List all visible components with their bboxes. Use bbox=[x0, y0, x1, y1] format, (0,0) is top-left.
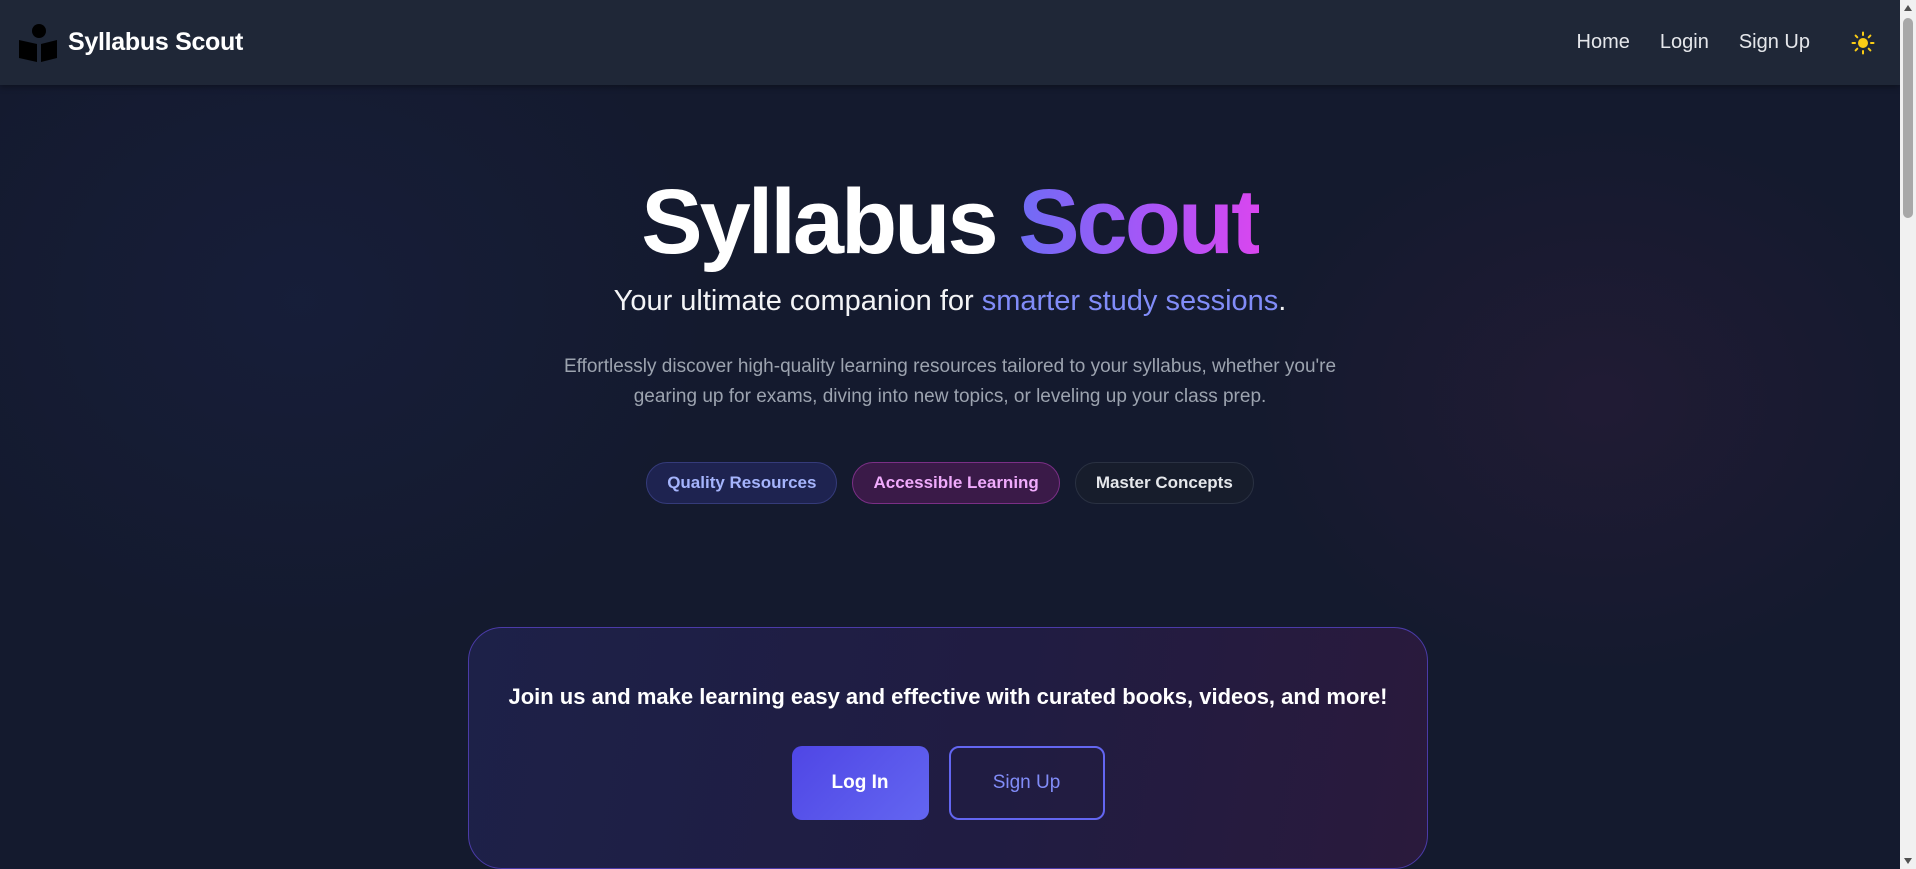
brand[interactable]: Syllabus Scout bbox=[16, 21, 243, 65]
nav-link-home[interactable]: Home bbox=[1577, 31, 1630, 54]
feature-pills: Quality Resources Accessible Learning Ma… bbox=[0, 462, 1900, 504]
subtitle-prefix: Your ultimate companion for bbox=[613, 285, 982, 317]
login-button[interactable]: Log In bbox=[791, 746, 929, 820]
reading-person-icon bbox=[16, 21, 60, 65]
nav-link-signup[interactable]: Sign Up bbox=[1739, 31, 1810, 54]
scroll-up-arrow-icon[interactable] bbox=[1900, 0, 1916, 16]
pill-accessible-learning: Accessible Learning bbox=[852, 462, 1060, 504]
signup-button[interactable]: Sign Up bbox=[948, 746, 1105, 820]
pill-quality-resources: Quality Resources bbox=[646, 462, 838, 504]
hero-description: Effortlessly discover high-quality learn… bbox=[563, 356, 1337, 407]
navbar: Syllabus Scout Home Login Sign Up bbox=[0, 0, 1900, 85]
nav-link-login[interactable]: Login bbox=[1660, 31, 1709, 54]
hero-title-syllabus: Syllabus bbox=[641, 171, 998, 273]
scrollbar-thumb[interactable] bbox=[1903, 18, 1913, 218]
pill-master-concepts: Master Concepts bbox=[1074, 462, 1254, 504]
subtitle-suffix: . bbox=[1278, 285, 1287, 317]
sun-icon[interactable] bbox=[1850, 30, 1876, 56]
hero-title-scout: Scout bbox=[1018, 171, 1262, 273]
brand-name: Syllabus Scout bbox=[68, 28, 244, 56]
page: Syllabus Scout Home Login Sign Up Syllab… bbox=[0, 0, 1900, 869]
cta-buttons: Log In Sign Up bbox=[469, 746, 1427, 820]
hero-subtitle: Your ultimate companion for smarter stud… bbox=[0, 285, 1900, 318]
hero-title: Syllabus Scout bbox=[0, 167, 1900, 277]
hero-section: Syllabus Scout Your ultimate companion f… bbox=[0, 85, 1900, 504]
cta-text: Join us and make learning easy and effec… bbox=[508, 684, 1388, 709]
vertical-scrollbar[interactable] bbox=[1900, 0, 1916, 869]
subtitle-highlight: smarter study sessions bbox=[981, 285, 1279, 317]
nav-links: Home Login Sign Up bbox=[1547, 30, 1884, 56]
scroll-down-arrow-icon[interactable] bbox=[1900, 853, 1916, 869]
cta-card: Join us and make learning easy and effec… bbox=[468, 627, 1428, 869]
